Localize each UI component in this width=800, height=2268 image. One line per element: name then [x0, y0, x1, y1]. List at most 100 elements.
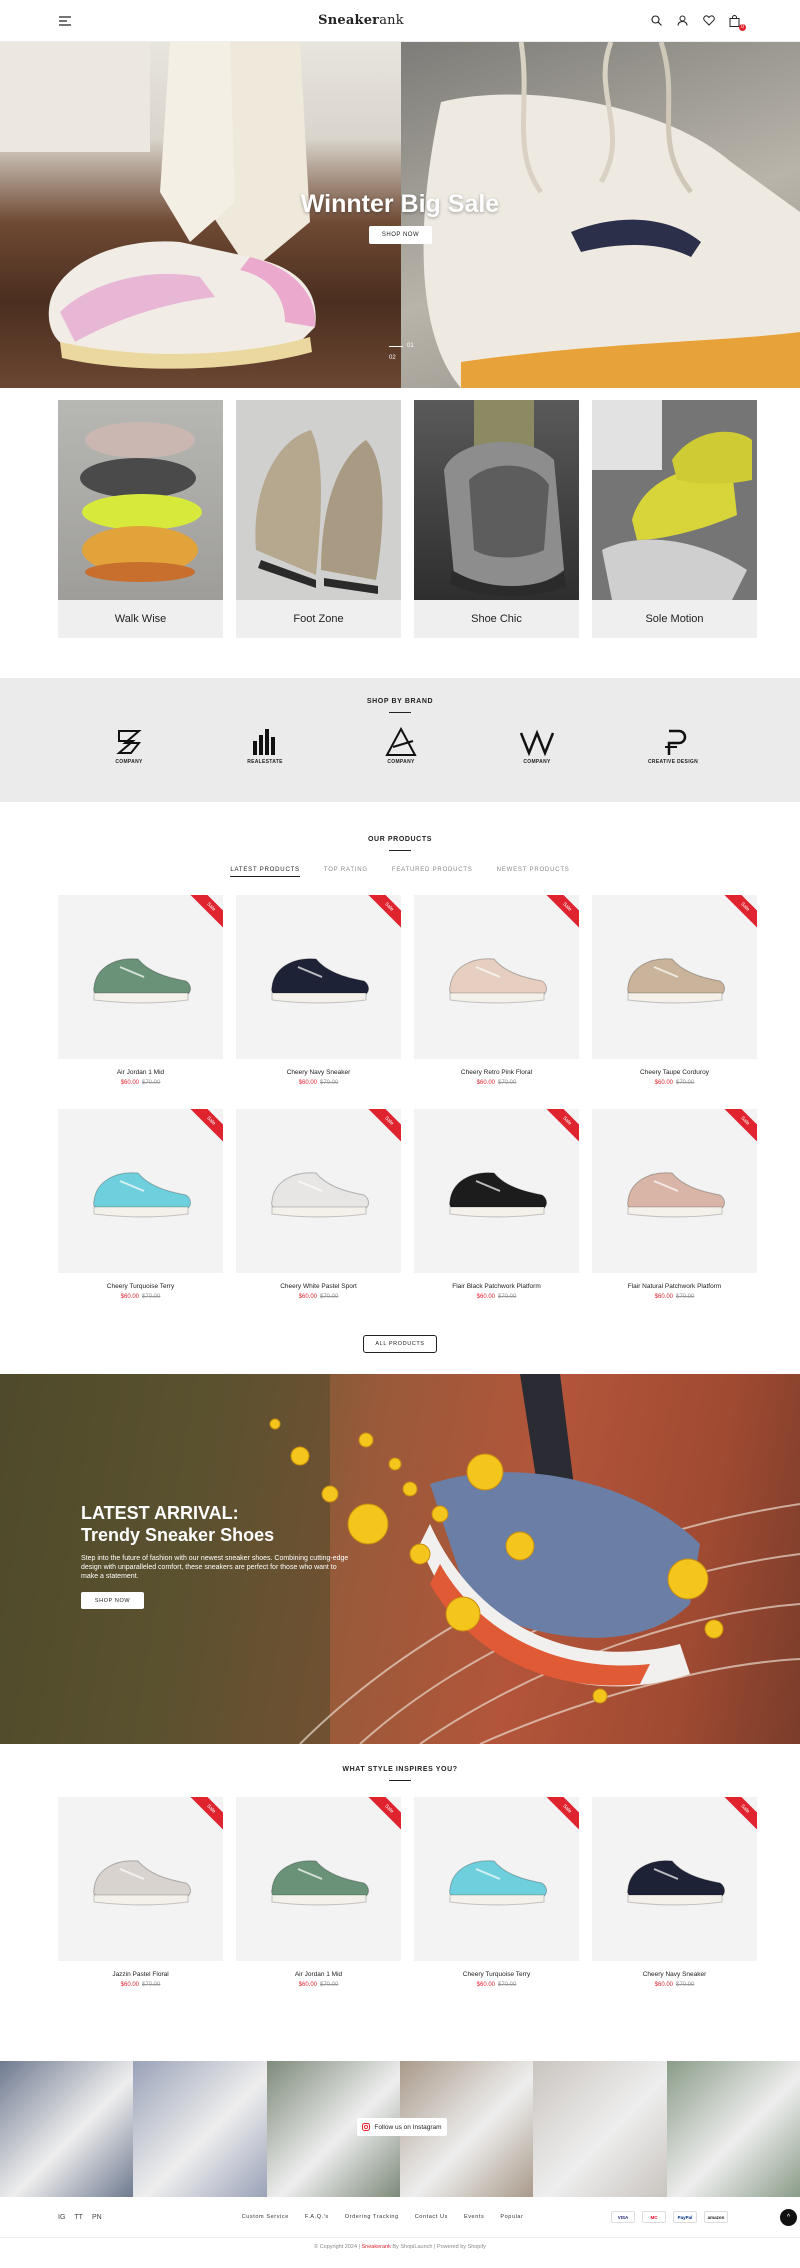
- site-logo[interactable]: Sneakerank: [318, 13, 404, 28]
- product-price: $60.00 $70.00: [592, 1982, 757, 1988]
- product-card[interactable]: Sale Flair Natural Patchwork Platform $60.…: [592, 1109, 757, 1323]
- site-footer: IG TT PN Custom Service F.A.Q.'s Orderin…: [0, 2197, 800, 2237]
- search-icon[interactable]: [650, 14, 664, 28]
- tab-featured-products[interactable]: FEATURED PRODUCTS: [392, 867, 473, 877]
- hero-slide-indicator-1[interactable]: 01: [389, 343, 414, 349]
- product-image[interactable]: Sale: [592, 1109, 757, 1273]
- sneaker-illustration: [270, 1860, 369, 1906]
- category-image: [414, 400, 579, 600]
- brand-logo-1[interactable]: COMPANY: [104, 727, 154, 765]
- product-card[interactable]: Sale Cheery Retro Pink Floral $60.00 $70.00: [414, 895, 579, 1109]
- product-name[interactable]: Cheery Navy Sneaker: [592, 1971, 757, 1978]
- back-to-top-button[interactable]: ^: [780, 2209, 797, 2226]
- tab-latest-products[interactable]: LATEST PRODUCTS: [230, 867, 300, 877]
- follow-instagram-button[interactable]: Follow us on Instagram: [357, 2118, 447, 2136]
- product-name[interactable]: Cheery Turquoise Terry: [414, 1971, 579, 1978]
- product-image[interactable]: Sale: [58, 895, 223, 1059]
- product-name[interactable]: Cheery Taupe Corduroy: [592, 1069, 757, 1076]
- tiktok-icon[interactable]: TT: [74, 2214, 83, 2221]
- sale-price: $60.00: [654, 1294, 673, 1300]
- promo-heading-line-1: LATEST ARRIVAL:: [81, 1503, 239, 1523]
- sneaker-illustration: [92, 958, 191, 1004]
- menu-icon[interactable]: [58, 14, 72, 28]
- product-image[interactable]: Sale: [414, 1797, 579, 1961]
- footer-link-popular[interactable]: Popular: [500, 2214, 523, 2220]
- product-image[interactable]: Sale: [592, 895, 757, 1059]
- category-card-shoe-chic[interactable]: Shoe Chic: [414, 400, 579, 638]
- footer-link-ordering-tracking[interactable]: Ordering Tracking: [345, 2214, 399, 2220]
- product-card[interactable]: Sale Cheery Taupe Corduroy $60.00 $70.00: [592, 895, 757, 1109]
- hero-shop-now-button[interactable]: SHOP NOW: [369, 226, 432, 244]
- product-image[interactable]: Sale: [58, 1797, 223, 1961]
- tab-newest-products[interactable]: NEWEST PRODUCTS: [497, 867, 570, 877]
- visa-icon: VISA: [611, 2211, 635, 2223]
- product-name[interactable]: Cheery Turquoise Terry: [58, 1283, 223, 1290]
- instagram-icon[interactable]: IG: [58, 2214, 65, 2221]
- product-image[interactable]: Sale: [414, 1109, 579, 1273]
- product-image[interactable]: Sale: [236, 895, 401, 1059]
- copyright-brand-link[interactable]: Sneakerank: [362, 2244, 391, 2250]
- product-image[interactable]: Sale: [592, 1797, 757, 1961]
- brand-section-title: SHOP BY BRAND: [366, 698, 434, 705]
- brand-logo-3[interactable]: COMPANY: [376, 727, 426, 765]
- product-card[interactable]: Sale Flair Black Patchwork Platform $60.00…: [414, 1109, 579, 1323]
- category-card-sole-motion[interactable]: Sole Motion: [592, 400, 757, 638]
- user-icon[interactable]: [676, 14, 690, 28]
- instagram-feed: Follow us on Instagram: [0, 2061, 800, 2197]
- active-line: [389, 345, 403, 347]
- product-price: $60.00 $70.00: [414, 1294, 579, 1300]
- category-card-walk-wise[interactable]: Walk Wise: [58, 400, 223, 638]
- product-name[interactable]: Air Jordan 1 Mid: [236, 1971, 401, 1978]
- footer-link-faqs[interactable]: F.A.Q.'s: [305, 2214, 329, 2220]
- hero-pagination: 01 02: [389, 343, 414, 367]
- product-image[interactable]: Sale: [236, 1797, 401, 1961]
- pinterest-icon[interactable]: PN: [92, 2214, 102, 2221]
- footer-link-events[interactable]: Events: [464, 2214, 484, 2220]
- product-name[interactable]: Cheery Retro Pink Floral: [414, 1069, 579, 1076]
- footer-link-custom-service[interactable]: Custom Service: [242, 2214, 289, 2220]
- product-image[interactable]: Sale: [58, 1109, 223, 1273]
- brand-logo-4[interactable]: COMPANY: [512, 727, 562, 765]
- instagram-post[interactable]: [666, 2061, 800, 2197]
- product-name[interactable]: Flair Natural Patchwork Platform: [592, 1283, 757, 1290]
- hero-slide-indicator-2[interactable]: 02: [389, 355, 414, 361]
- sale-price: $60.00: [654, 1080, 673, 1086]
- heart-icon[interactable]: [702, 14, 716, 28]
- sneaker-illustration: [92, 1172, 191, 1218]
- bag-icon[interactable]: 0: [728, 14, 746, 31]
- tab-top-rating[interactable]: TOP RATING: [324, 867, 368, 877]
- copyright-powered: Powered by Shopify: [436, 2244, 486, 2250]
- product-name[interactable]: Air Jordan 1 Mid: [58, 1069, 223, 1076]
- product-card[interactable]: Sale Cheery Turquoise Terry $60.00 $70.00: [414, 1797, 579, 2011]
- product-card[interactable]: Sale Air Jordan 1 Mid $60.00 $70.00: [58, 895, 223, 1109]
- product-image[interactable]: Sale: [236, 1109, 401, 1273]
- product-image[interactable]: Sale: [414, 895, 579, 1059]
- brand-name: COMPANY: [115, 759, 143, 765]
- category-card-foot-zone[interactable]: Foot Zone: [236, 400, 401, 638]
- sneaker-illustration: [626, 958, 725, 1004]
- brand-logo-5[interactable]: CREATIVE DESIGN: [648, 727, 698, 765]
- product-name[interactable]: Cheery White Pastel Sport: [236, 1283, 401, 1290]
- sale-badge: Sale: [366, 895, 401, 930]
- copyright-by: By ShopiLaunch: [392, 2244, 433, 2250]
- instagram-post[interactable]: [533, 2061, 667, 2197]
- product-card[interactable]: Sale Cheery Navy Sneaker $60.00 $70.00: [236, 895, 401, 1109]
- compare-price: $70.00: [676, 1294, 695, 1300]
- brand-logo-2[interactable]: REALESTATE: [240, 727, 290, 765]
- product-card[interactable]: Sale Cheery Navy Sneaker $60.00 $70.00: [592, 1797, 757, 2011]
- paypal-icon: PayPal: [673, 2211, 697, 2223]
- product-name[interactable]: Jazzin Pastel Floral: [58, 1971, 223, 1978]
- category-image: [236, 400, 401, 600]
- product-card[interactable]: Sale Cheery White Pastel Sport $60.00 $70.0…: [236, 1109, 401, 1323]
- product-card[interactable]: Sale Cheery Turquoise Terry $60.00 $70.00: [58, 1109, 223, 1323]
- footer-link-contact-us[interactable]: Contact Us: [415, 2214, 448, 2220]
- product-name[interactable]: Flair Black Patchwork Platform: [414, 1283, 579, 1290]
- product-name[interactable]: Cheery Navy Sneaker: [236, 1069, 401, 1076]
- instagram-post[interactable]: [0, 2061, 134, 2197]
- product-card[interactable]: Sale Jazzin Pastel Floral $60.00 $70.00: [58, 1797, 223, 2011]
- promo-shop-now-button[interactable]: SHOP NOW: [81, 1592, 144, 1609]
- instagram-post[interactable]: [133, 2061, 267, 2197]
- shop-by-brand-section: SHOP BY BRAND COMPANY REALESTATE COMPANY…: [0, 678, 800, 802]
- product-card[interactable]: Sale Air Jordan 1 Mid $60.00 $70.00: [236, 1797, 401, 2011]
- all-products-button[interactable]: ALL PRODUCTS: [363, 1335, 437, 1353]
